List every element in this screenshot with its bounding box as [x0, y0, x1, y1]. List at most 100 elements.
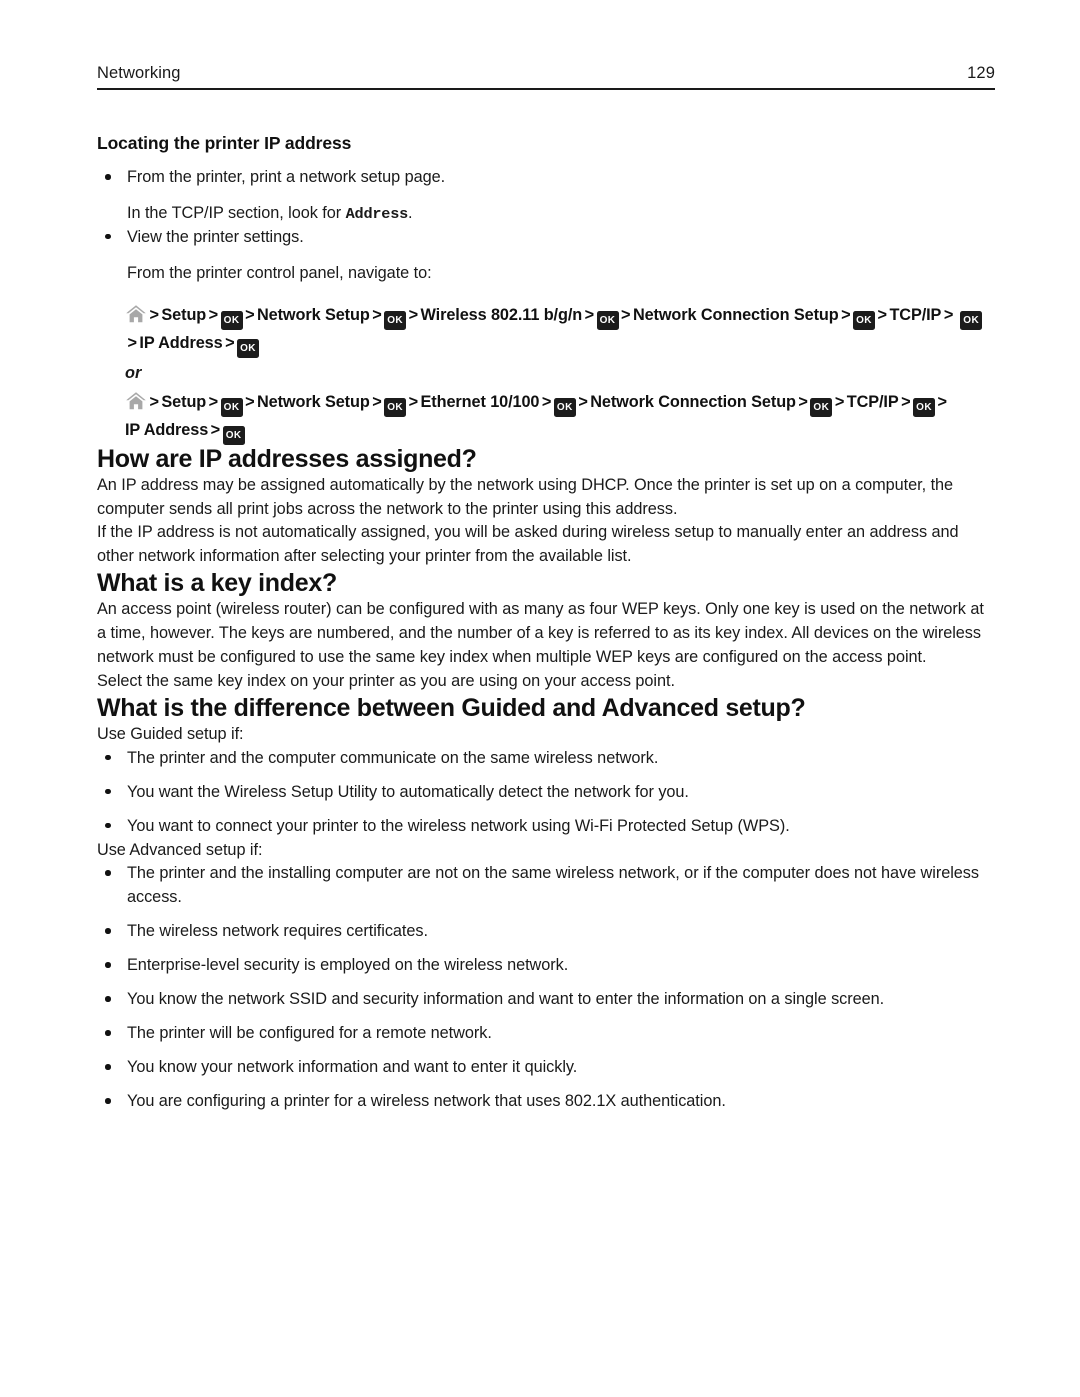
ok-key-icon: OK	[220, 397, 243, 417]
nav-step-setup: Setup	[161, 305, 207, 324]
page-running-header: Networking 129	[97, 64, 995, 90]
list-item: You know the network SSID and security i…	[97, 988, 997, 1012]
nav-step-ip-address: IP Address	[139, 333, 223, 352]
section-heading-how-assigned: How are IP addresses assigned?	[97, 444, 477, 473]
ok-key-icon: OK	[853, 310, 876, 330]
bullet-dot-icon	[105, 1098, 111, 1104]
list-item: You know your network information and wa…	[97, 1056, 997, 1080]
nav-separator: >	[245, 392, 255, 411]
tcpip-note-suffix: .	[408, 203, 413, 222]
nav-separator: >	[149, 392, 160, 411]
ok-key-icon: OK	[810, 397, 833, 417]
control-panel-note: From the printer control panel, navigate…	[127, 263, 432, 282]
advanced-setup-intro: Use Advanced setup if:	[97, 840, 263, 859]
how-assigned-paragraph-1: An IP address may be assigned automatica…	[97, 475, 954, 518]
bullet-dot-icon	[105, 233, 111, 240]
nav-step-setup: Setup	[161, 392, 207, 411]
nav-separator: >	[621, 305, 631, 324]
nav-separator: >	[834, 392, 845, 411]
list-item-text: You know the network SSID and security i…	[127, 990, 885, 1009]
tcpip-note-prefix: In the TCP/IP section, look for	[127, 203, 346, 222]
nav-step-ip-address: IP Address	[125, 420, 209, 439]
home-icon	[125, 304, 147, 324]
ok-key-icon: OK	[913, 397, 936, 417]
guided-setup-bullet-list: The printer and the computer communicate…	[97, 747, 997, 839]
list-item: You are configuring a printer for a wire…	[97, 1090, 997, 1114]
nav-separator: >	[208, 305, 219, 324]
nav-separator: >	[372, 392, 382, 411]
nav-separator: >	[937, 392, 948, 411]
nav-separator: >	[408, 305, 419, 324]
ok-key-icon: OK	[220, 310, 243, 330]
nav-step-network-connection-setup: Network Connection Setup	[632, 305, 839, 324]
header-section-title: Networking	[97, 64, 181, 82]
nav-separator: >	[225, 333, 235, 352]
guided-setup-intro: Use Guided setup if:	[97, 724, 244, 743]
bullet-dot-icon	[105, 754, 111, 761]
list-item: Enterprise-level security is employed on…	[97, 954, 997, 978]
list-item-text: From the printer, print a network setup …	[127, 168, 446, 186]
list-item-text: The wireless network requires certificat…	[127, 922, 428, 941]
nav-step-tcpip: TCP/IP	[889, 305, 942, 324]
list-item-text: You know your network information and wa…	[127, 1058, 578, 1077]
list-item-text: You want to connect your printer to the …	[127, 816, 790, 835]
or-text: or	[125, 363, 142, 382]
nav-path-alternative-label: or	[97, 364, 997, 383]
key-index-paragraph-2: Select the same key index on your printe…	[97, 671, 675, 690]
ok-key-icon: OK	[384, 310, 407, 330]
section-heading-key-index: What is a key index?	[97, 569, 337, 598]
list-item-text: The printer and the installing computer …	[127, 864, 979, 907]
nav-separator: >	[943, 305, 954, 324]
page-content: Locating the printer IP address From the…	[97, 133, 997, 1114]
ok-key-icon: OK	[960, 310, 983, 330]
nav-separator: >	[245, 305, 255, 324]
list-item-text: View the printer settings.	[127, 227, 304, 246]
list-item: The printer and the computer communicate…	[97, 747, 997, 771]
subheading-locating-ip: Locating the printer IP address	[97, 133, 352, 153]
bullet-dot-icon	[105, 962, 111, 968]
nav-separator: >	[408, 392, 419, 411]
nav-separator: >	[877, 305, 888, 324]
document-page: Networking 129 Locating the printer IP a…	[0, 0, 1080, 1397]
nav-separator: >	[372, 305, 382, 324]
bullet-dot-icon	[105, 174, 111, 180]
address-keyword: Address	[345, 204, 409, 223]
section-heading-guided-advanced: What is the difference between Guided an…	[97, 693, 806, 722]
list-item-text: You want the Wireless Setup Utility to a…	[127, 782, 689, 801]
list-item-text: The printer will be configured for a rem…	[127, 1024, 492, 1043]
list-item: The printer and the installing computer …	[97, 862, 997, 910]
nav-separator: >	[127, 333, 138, 352]
nav-separator: >	[841, 305, 851, 324]
bullet-dot-icon	[105, 1064, 111, 1070]
nav-step-ethernet: Ethernet 10/100	[420, 392, 540, 411]
bullet-dot-icon	[105, 870, 111, 876]
list-item: You want to connect your printer to the …	[97, 815, 997, 839]
nav-separator: >	[208, 392, 219, 411]
list-item-text: Enterprise-level security is employed on…	[127, 956, 569, 975]
nav-separator: >	[541, 392, 552, 411]
nav-step-wireless: Wireless 802.11 b/g/n	[420, 305, 583, 324]
ok-key-icon: OK	[596, 310, 619, 330]
key-index-paragraph-1: An access point (wireless router) can be…	[97, 600, 984, 667]
ok-key-icon: OK	[222, 425, 245, 445]
nav-separator: >	[798, 392, 808, 411]
ok-key-icon: OK	[553, 397, 576, 417]
bullet-dot-icon	[105, 822, 111, 829]
list-item: You want the Wireless Setup Utility to a…	[97, 781, 997, 805]
list-item: The wireless network requires certificat…	[97, 920, 997, 944]
bullet-dot-icon	[105, 928, 111, 934]
home-icon	[125, 391, 147, 411]
nav-separator: >	[578, 392, 588, 411]
locating-bullet-list-2: View the printer settings.	[97, 226, 997, 250]
nav-separator: >	[584, 305, 595, 324]
locating-tcpip-note: In the TCP/IP section, look for Address.	[97, 202, 997, 226]
list-item-text: You are configuring a printer for a wire…	[127, 1092, 726, 1111]
ok-key-icon: OK	[384, 397, 407, 417]
list-item: The printer will be configured for a rem…	[97, 1022, 997, 1046]
advanced-setup-bullet-list: The printer and the installing computer …	[97, 862, 997, 1114]
bullet-dot-icon	[105, 1030, 111, 1036]
nav-separator: >	[149, 305, 160, 324]
how-assigned-paragraph-2: If the IP address is not automatically a…	[97, 523, 959, 566]
bullet-dot-icon	[105, 996, 111, 1002]
nav-step-network-connection-setup: Network Connection Setup	[590, 392, 796, 411]
